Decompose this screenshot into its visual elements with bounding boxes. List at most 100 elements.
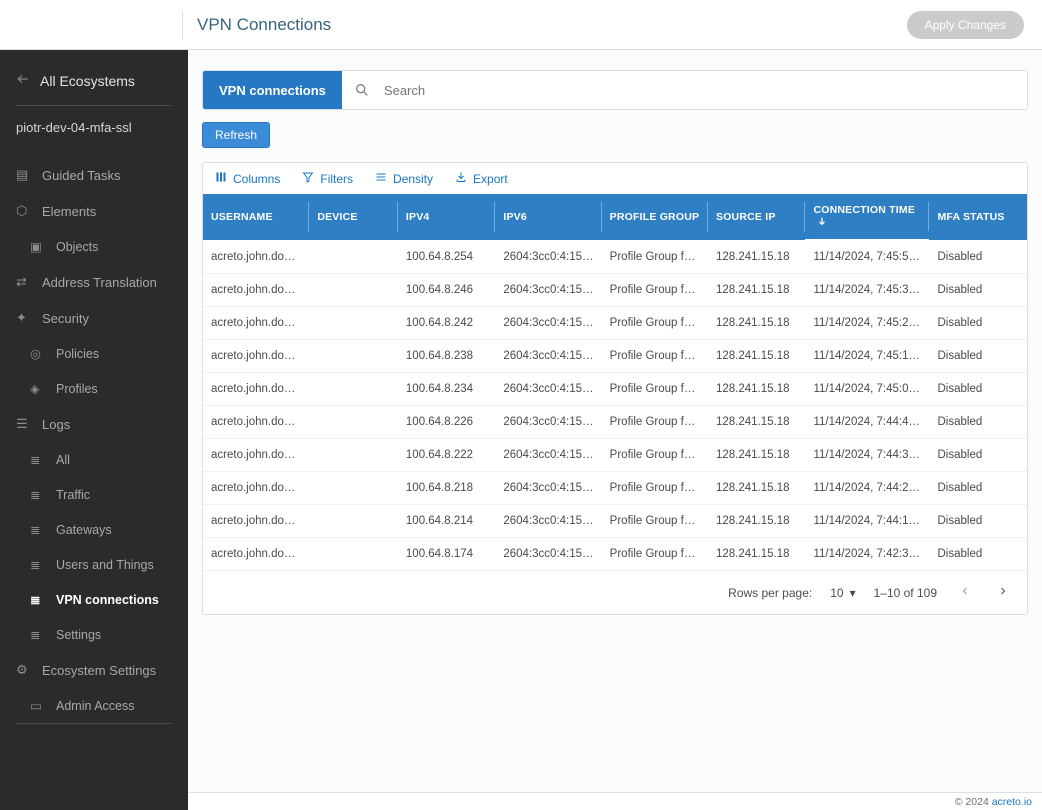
gear-icon: ⚙ xyxy=(16,662,30,678)
chevron-down-icon: ▾ xyxy=(850,586,856,600)
sidebar-item-logs-traffic[interactable]: ≣ Traffic xyxy=(0,477,188,512)
table-row[interactable]: acreto.john.doe.1… 100.64.8.1742604:3cc0:… xyxy=(203,538,1027,571)
density-button[interactable]: Density xyxy=(375,171,433,186)
col-profile-group[interactable]: PROFILE GROUP xyxy=(602,194,708,240)
cell-source_ip: 128.241.15.18 xyxy=(708,538,805,571)
table-row[interactable]: acreto.john.doe.1…100.64.8.2542604:3cc0:… xyxy=(203,240,1027,274)
col-ipv6[interactable]: IPV6 xyxy=(495,194,601,240)
table-row[interactable]: acreto.john.doe.1…100.64.8.2342604:3cc0:… xyxy=(203,373,1027,406)
sidebar-item-guided-tasks[interactable]: ▤ Guided Tasks xyxy=(0,157,188,193)
cell-profile_group: Profile Group for I… xyxy=(602,274,708,307)
col-device[interactable]: DEVICE xyxy=(309,194,398,240)
cell-connection_time: 11/14/2024, 7:45:54 P… xyxy=(805,240,929,274)
cell-ipv4: 100.64.8.234 xyxy=(398,373,495,406)
export-button[interactable]: Export xyxy=(455,171,508,186)
apply-changes-button[interactable]: Apply Changes xyxy=(907,11,1024,39)
cell-ipv6: 2604:3cc0:4:152:… xyxy=(495,538,601,571)
sort-desc-icon xyxy=(817,217,827,229)
columns-button[interactable]: Columns xyxy=(215,171,280,186)
col-ipv4[interactable]: IPV4 xyxy=(398,194,495,240)
cell-username: acreto.john.doe.1… xyxy=(203,538,309,571)
arrow-left-icon xyxy=(16,72,30,89)
sidebar-item-label: Security xyxy=(42,311,89,326)
search-input[interactable] xyxy=(382,82,1027,99)
sidebar-item-address-translation[interactable]: ⇄ Address Translation xyxy=(0,264,188,300)
col-source-ip[interactable]: SOURCE IP xyxy=(708,194,805,240)
sidebar-item-elements[interactable]: ⬡ Elements xyxy=(0,193,188,229)
cell-connection_time: 11/14/2024, 7:45:04 P… xyxy=(805,373,929,406)
policy-icon: ◎ xyxy=(30,346,44,361)
rows-per-page-select[interactable]: 10 ▾ xyxy=(830,586,855,600)
table-row[interactable]: acreto.john.doe.1…100.64.8.2462604:3cc0:… xyxy=(203,274,1027,307)
sidebar-item-logs-users[interactable]: ≣ Users and Things xyxy=(0,547,188,582)
cell-username: acreto.john.doe.1… xyxy=(203,340,309,373)
sidebar-item-logs-gateways[interactable]: ≣ Gateways xyxy=(0,512,188,547)
sidebar-item-security[interactable]: ✦ Security xyxy=(0,300,188,336)
cell-mfa_status: Disabled xyxy=(929,439,1027,472)
back-label: All Ecosystems xyxy=(40,73,135,89)
cell-mfa_status: Disabled xyxy=(929,340,1027,373)
cell-profile_group: Profile Group for I… xyxy=(602,340,708,373)
cell-ipv4: 100.64.8.254 xyxy=(398,240,495,274)
export-label: Export xyxy=(473,172,508,186)
table-row[interactable]: acreto.john.doe.1…100.64.8.2182604:3cc0:… xyxy=(203,472,1027,505)
table-row[interactable]: acreto.john.doe.1…100.64.8.2422604:3cc0:… xyxy=(203,307,1027,340)
sidebar-item-logs-settings[interactable]: ≣ Settings xyxy=(0,617,188,652)
cell-ipv4: 100.64.8.246 xyxy=(398,274,495,307)
page-title: VPN Connections xyxy=(197,15,331,35)
cell-device xyxy=(309,274,398,307)
cell-device xyxy=(309,505,398,538)
cell-mfa_status: Disabled xyxy=(929,472,1027,505)
sidebar-item-logs-vpn[interactable]: ≣ VPN connections xyxy=(0,582,188,617)
filter-icon xyxy=(302,171,314,186)
table-pager: Rows per page: 10 ▾ 1–10 of 109 xyxy=(203,571,1027,614)
cell-profile_group: Profile Group for I… xyxy=(602,406,708,439)
sidebar-item-ecosystem-settings[interactable]: ⚙ Ecosystem Settings xyxy=(0,652,188,688)
col-label: CONNECTION TIME xyxy=(813,204,915,216)
table-toolbar: Columns Filters Density Export xyxy=(203,163,1027,194)
sidebar-item-policies[interactable]: ◎ Policies xyxy=(0,336,188,371)
cell-ipv6: 2604:3cc0:4:152:… xyxy=(495,439,601,472)
settings-small-icon: ≣ xyxy=(30,627,44,642)
sidebar-item-logs-all[interactable]: ≣ All xyxy=(0,442,188,477)
sidebar-item-label: All xyxy=(56,453,70,467)
back-all-ecosystems[interactable]: All Ecosystems xyxy=(0,72,188,105)
columns-label: Columns xyxy=(233,172,280,186)
sidebar-item-label: Gateways xyxy=(56,523,112,537)
refresh-button[interactable]: Refresh xyxy=(202,122,270,148)
cell-mfa_status: Disabled xyxy=(929,307,1027,340)
columns-icon xyxy=(215,171,227,186)
sidebar-item-objects[interactable]: ▣ Objects xyxy=(0,229,188,264)
sidebar-item-label: Guided Tasks xyxy=(42,168,121,183)
col-username[interactable]: USERNAME xyxy=(203,194,309,240)
pager-next-button[interactable] xyxy=(993,581,1013,604)
cell-mfa_status: Disabled xyxy=(929,240,1027,274)
cell-device xyxy=(309,406,398,439)
sidebar-item-profiles[interactable]: ◈ Profiles xyxy=(0,371,188,406)
cell-connection_time: 11/14/2024, 7:45:34 P… xyxy=(805,274,929,307)
cube-icon: ⬡ xyxy=(16,203,30,219)
col-connection-time[interactable]: CONNECTION TIME xyxy=(805,194,929,240)
objects-icon: ▣ xyxy=(30,239,44,254)
list-icon: ≣ xyxy=(30,452,44,467)
table-row[interactable]: acreto.john.doe.1…100.64.8.2142604:3cc0:… xyxy=(203,505,1027,538)
ecosystem-name: piotr-dev-04-mfa-ssl xyxy=(0,120,188,157)
cell-source_ip: 128.241.15.18 xyxy=(708,505,805,538)
cell-ipv4: 100.64.8.174 xyxy=(398,538,495,571)
sidebar-item-logs[interactable]: ☰ Logs xyxy=(0,406,188,442)
table-row[interactable]: acreto.john.doe.1…100.64.8.2222604:3cc0:… xyxy=(203,439,1027,472)
table-row[interactable]: acreto.john.doe.1…100.64.8.2382604:3cc0:… xyxy=(203,340,1027,373)
sidebar-divider-bottom xyxy=(16,723,172,724)
table-row[interactable]: acreto.john.doe.1…100.64.8.2262604:3cc0:… xyxy=(203,406,1027,439)
col-mfa-status[interactable]: MFA STATUS xyxy=(929,194,1027,240)
sidebar-item-admin-access[interactable]: ▭ Admin Access xyxy=(0,688,188,723)
sidebar-divider xyxy=(16,105,172,106)
sidebar-item-label: Profiles xyxy=(56,382,98,396)
filters-button[interactable]: Filters xyxy=(302,171,353,186)
cell-profile_group: Profile Group for I… xyxy=(602,472,708,505)
cell-ipv6: 2604:3cc0:4:152:… xyxy=(495,274,601,307)
footer-brand-link[interactable]: acreto.io xyxy=(992,796,1032,808)
cell-username: acreto.john.doe.1… xyxy=(203,505,309,538)
pager-prev-button[interactable] xyxy=(955,581,975,604)
search-toolbar: VPN connections xyxy=(202,70,1028,110)
